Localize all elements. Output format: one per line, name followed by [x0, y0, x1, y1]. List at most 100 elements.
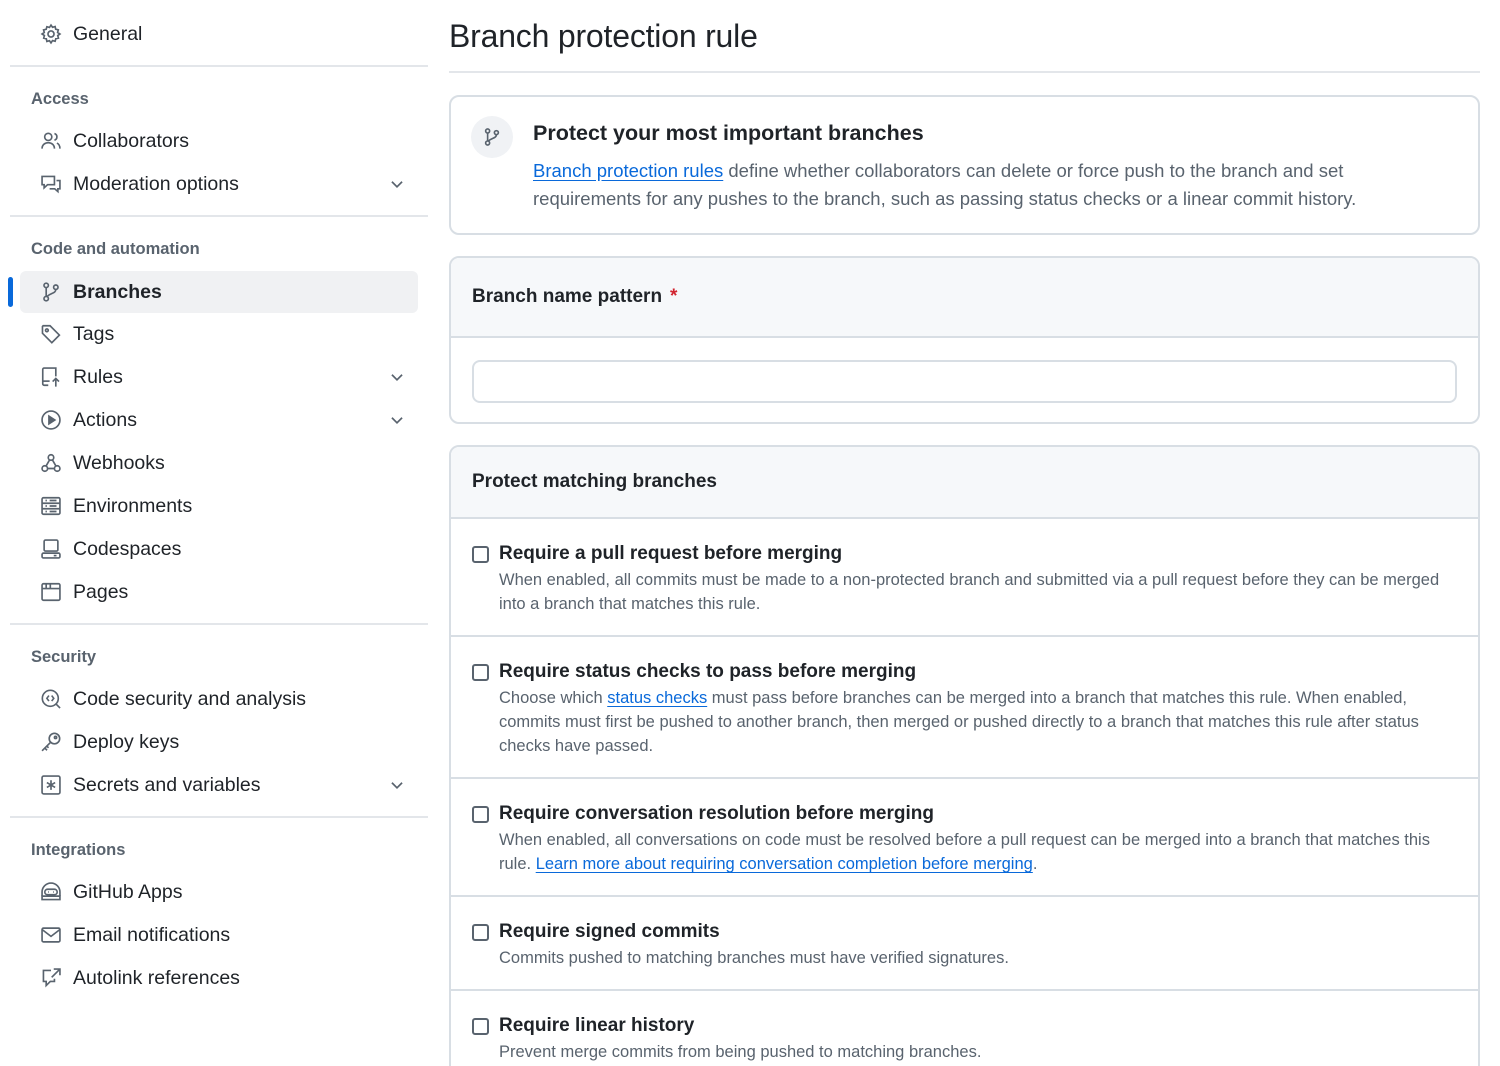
sidebar-item-label: Actions — [73, 408, 137, 431]
sidebar-item-label: Branches — [73, 280, 162, 303]
sidebar-item-code-security[interactable]: Code security and analysis — [20, 679, 418, 719]
rule-description: Choose which status checks must pass bef… — [499, 686, 1448, 758]
rule-description: Prevent merge commits from being pushed … — [499, 1043, 982, 1061]
sidebar-item-label: General — [73, 22, 143, 45]
sidebar-group-security: Security — [31, 648, 97, 666]
browser-icon — [40, 581, 62, 603]
sidebar-item-moderation[interactable]: Moderation options — [20, 164, 418, 204]
require-signed-commits-checkbox[interactable] — [472, 924, 489, 941]
sidebar-item-email-notifications[interactable]: Email notifications — [20, 915, 418, 955]
rule-desc-text: . — [1032, 855, 1038, 873]
sidebar-item-secrets[interactable]: Secrets and variables — [20, 765, 418, 805]
key-asterisk-icon — [40, 774, 62, 796]
comment-discussion-icon — [40, 173, 62, 195]
sidebar-item-label: Email notifications — [73, 923, 231, 946]
branch-pattern-label: Branch name pattern — [472, 286, 663, 307]
required-mark: * — [670, 286, 678, 307]
chevron-down-icon[interactable] — [388, 776, 406, 794]
rule-require-conversation-resolution: Require conversation resolution before m… — [451, 779, 1478, 897]
sidebar-item-label: GitHub Apps — [73, 880, 183, 903]
rule-require-pull-request: Require a pull request before merging Wh… — [451, 519, 1478, 637]
branch-pattern-header: Branch name pattern * — [451, 258, 1478, 338]
sidebar-item-environments[interactable]: Environments — [20, 486, 418, 526]
rule-require-signed-commits: Require signed commits Commits pushed to… — [451, 897, 1478, 991]
git-branch-icon — [40, 281, 62, 303]
sidebar-item-github-apps[interactable]: GitHub Apps — [20, 872, 418, 912]
sidebar-item-label: Collaborators — [73, 129, 189, 152]
sidebar-item-label: Secrets and variables — [73, 773, 261, 796]
sidebar-item-autolink[interactable]: Autolink references — [20, 958, 418, 998]
gear-icon — [40, 23, 62, 45]
hubot-icon — [40, 881, 62, 903]
sidebar-item-label: Deploy keys — [73, 730, 180, 753]
rule-description: When enabled, all conversations on code … — [499, 828, 1448, 876]
rule-title: Require status checks to pass before mer… — [499, 661, 917, 682]
webhook-icon — [40, 452, 62, 474]
sidebar-divider — [10, 215, 428, 217]
sidebar-item-label: Autolink references — [73, 966, 240, 989]
intro-title: Protect your most important branches — [533, 121, 924, 145]
chevron-down-icon[interactable] — [388, 175, 406, 193]
require-status-checks-checkbox[interactable] — [472, 664, 489, 681]
repo-push-icon — [40, 366, 62, 388]
intro-description: Branch protection rules define whether c… — [533, 157, 1433, 213]
rule-desc-text: Choose which — [499, 689, 608, 707]
sidebar-divider — [10, 623, 428, 625]
sidebar-item-tags[interactable]: Tags — [20, 314, 418, 354]
cross-reference-icon — [40, 967, 62, 989]
chevron-down-icon[interactable] — [388, 411, 406, 429]
git-branch-icon — [471, 116, 513, 158]
branch-pattern-box: Branch name pattern * — [449, 256, 1480, 424]
play-icon — [40, 409, 62, 431]
branch-name-pattern-input[interactable] — [472, 360, 1457, 403]
sidebar-item-label: Pages — [73, 580, 129, 603]
title-divider — [449, 71, 1480, 73]
sidebar-item-branches[interactable]: Branches — [8, 271, 418, 313]
sidebar-item-label: Environments — [73, 494, 193, 517]
sidebar-item-actions[interactable]: Actions — [20, 400, 418, 440]
intro-box: Protect your most important branches Bra… — [449, 95, 1480, 235]
branch-protection-rules-link[interactable]: Branch protection rules — [533, 160, 723, 181]
sidebar-item-general[interactable]: General — [20, 14, 418, 54]
status-checks-link[interactable]: status checks — [607, 689, 707, 707]
sidebar-item-label: Code security and analysis — [73, 687, 307, 710]
rule-description: Commits pushed to matching branches must… — [499, 949, 1009, 967]
require-pull-request-checkbox[interactable] — [472, 546, 489, 563]
sidebar-item-label: Moderation options — [73, 172, 239, 195]
require-conversation-resolution-checkbox[interactable] — [472, 806, 489, 823]
sidebar-divider — [10, 65, 428, 67]
codescan-icon — [40, 688, 62, 710]
rule-title: Require a pull request before merging — [499, 543, 843, 564]
sidebar-item-rules[interactable]: Rules — [20, 357, 418, 397]
mail-icon — [40, 924, 62, 946]
rule-title: Require linear history — [499, 1015, 695, 1036]
sidebar-item-codespaces[interactable]: Codespaces — [20, 529, 418, 569]
rule-require-linear-history: Require linear history Prevent merge com… — [451, 991, 1478, 1066]
key-icon — [40, 731, 62, 753]
sidebar-item-pages[interactable]: Pages — [20, 572, 418, 612]
sidebar-item-deploy-keys[interactable]: Deploy keys — [20, 722, 418, 762]
sidebar-item-label: Webhooks — [73, 451, 165, 474]
sidebar-item-label: Rules — [73, 365, 123, 388]
learn-more-conversation-link[interactable]: Learn more about requiring conversation … — [536, 855, 1033, 873]
protect-matching-branches-header: Protect matching branches — [451, 447, 1478, 519]
chevron-down-icon[interactable] — [388, 368, 406, 386]
sidebar-divider — [10, 816, 428, 818]
sidebar-group-code-automation: Code and automation — [31, 240, 200, 258]
codespaces-icon — [40, 538, 62, 560]
protect-matching-branches-box: Protect matching branches Require a pull… — [449, 445, 1480, 1066]
require-linear-history-checkbox[interactable] — [472, 1018, 489, 1035]
rule-require-status-checks: Require status checks to pass before mer… — [451, 637, 1478, 779]
rule-title: Require conversation resolution before m… — [499, 803, 934, 824]
sidebar-item-label: Tags — [73, 322, 115, 345]
sidebar-group-integrations: Integrations — [31, 841, 126, 859]
sidebar-item-label: Codespaces — [73, 537, 182, 560]
people-icon — [40, 130, 62, 152]
settings-sidebar: General Access Collaborators Moderation … — [8, 0, 428, 1066]
page-title: Branch protection rule — [449, 18, 758, 54]
sidebar-item-webhooks[interactable]: Webhooks — [20, 443, 418, 483]
sidebar-group-access: Access — [31, 90, 89, 108]
sidebar-item-collaborators[interactable]: Collaborators — [20, 121, 418, 161]
rule-title: Require signed commits — [499, 921, 720, 942]
rule-description: When enabled, all commits must be made t… — [499, 571, 1440, 613]
